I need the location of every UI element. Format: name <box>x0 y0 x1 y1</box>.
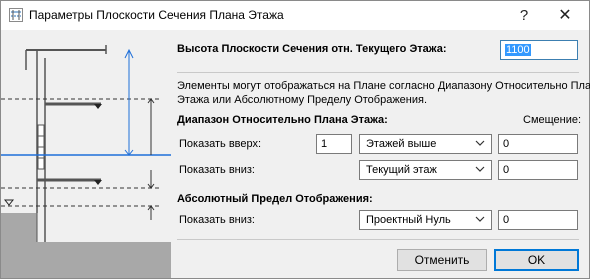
chevron-down-icon <box>475 166 485 172</box>
cut-height-input[interactable]: 1100 <box>500 40 578 60</box>
absolute-limit-heading: Абсолютный Предел Отображения: <box>177 193 373 205</box>
relative-range-heading: Диапазон Относительно Плана Этажа: <box>177 114 388 126</box>
stories-up-count-value: 1 <box>321 138 328 150</box>
title-bar: Параметры Плоскости Сечения Плана Этажа … <box>1 1 589 30</box>
show-up-offset-input[interactable]: 0 <box>498 134 578 154</box>
stories-up-count-input[interactable]: 1 <box>316 134 352 154</box>
description-line-1: Элементы могут отображаться на Плане сог… <box>177 80 590 92</box>
section-illustration <box>1 45 171 278</box>
level-marker-current <box>94 180 102 185</box>
show-up-label: Показать вверх: <box>179 138 262 150</box>
ground-fill <box>1 213 37 278</box>
show-down-label: Показать вниз: <box>179 164 255 176</box>
offset-header: Смещение: <box>523 114 582 126</box>
absolute-offset-value: 0 <box>503 214 510 226</box>
cancel-button[interactable]: Отменить <box>397 249 487 271</box>
chevron-down-icon <box>475 140 485 146</box>
app-icon <box>9 8 23 22</box>
zero-level-marker <box>3 199 15 206</box>
close-button[interactable]: ✕ <box>545 1 585 30</box>
absolute-reference-dropdown[interactable]: Проектный Нуль <box>359 210 492 230</box>
ok-button[interactable]: OK <box>494 249 579 271</box>
chevron-down-icon <box>475 216 485 222</box>
floor-plan-cut-plane-dialog: Параметры Плоскости Сечения Плана Этажа … <box>0 0 590 279</box>
help-button[interactable]: ? <box>504 1 544 30</box>
window-title: Параметры Плоскости Сечения Плана Этажа <box>29 8 284 22</box>
show-up-story-dropdown[interactable]: Этажей выше <box>359 134 492 154</box>
level-marker-up <box>94 104 102 109</box>
absolute-show-down-label: Показать вниз: <box>179 214 255 226</box>
divider <box>177 72 579 73</box>
cut-height-label: Высота Плоскости Сечения отн. Текущего Э… <box>177 43 447 55</box>
cut-height-value: 1100 <box>505 44 531 56</box>
show-up-story-value: Этажей выше <box>366 138 437 150</box>
show-up-offset-value: 0 <box>503 138 510 150</box>
footer-divider <box>177 239 579 240</box>
absolute-offset-input[interactable]: 0 <box>498 210 578 230</box>
ground-fill-right <box>37 242 171 278</box>
description-line-2: Этажа или Абсолютному Пределу Отображени… <box>177 94 428 106</box>
absolute-reference-value: Проектный Нуль <box>366 214 451 226</box>
show-down-story-dropdown[interactable]: Текущий этаж <box>359 160 492 180</box>
show-down-offset-input[interactable]: 0 <box>498 160 578 180</box>
show-down-story-value: Текущий этаж <box>366 164 437 176</box>
show-down-offset-value: 0 <box>503 164 510 176</box>
